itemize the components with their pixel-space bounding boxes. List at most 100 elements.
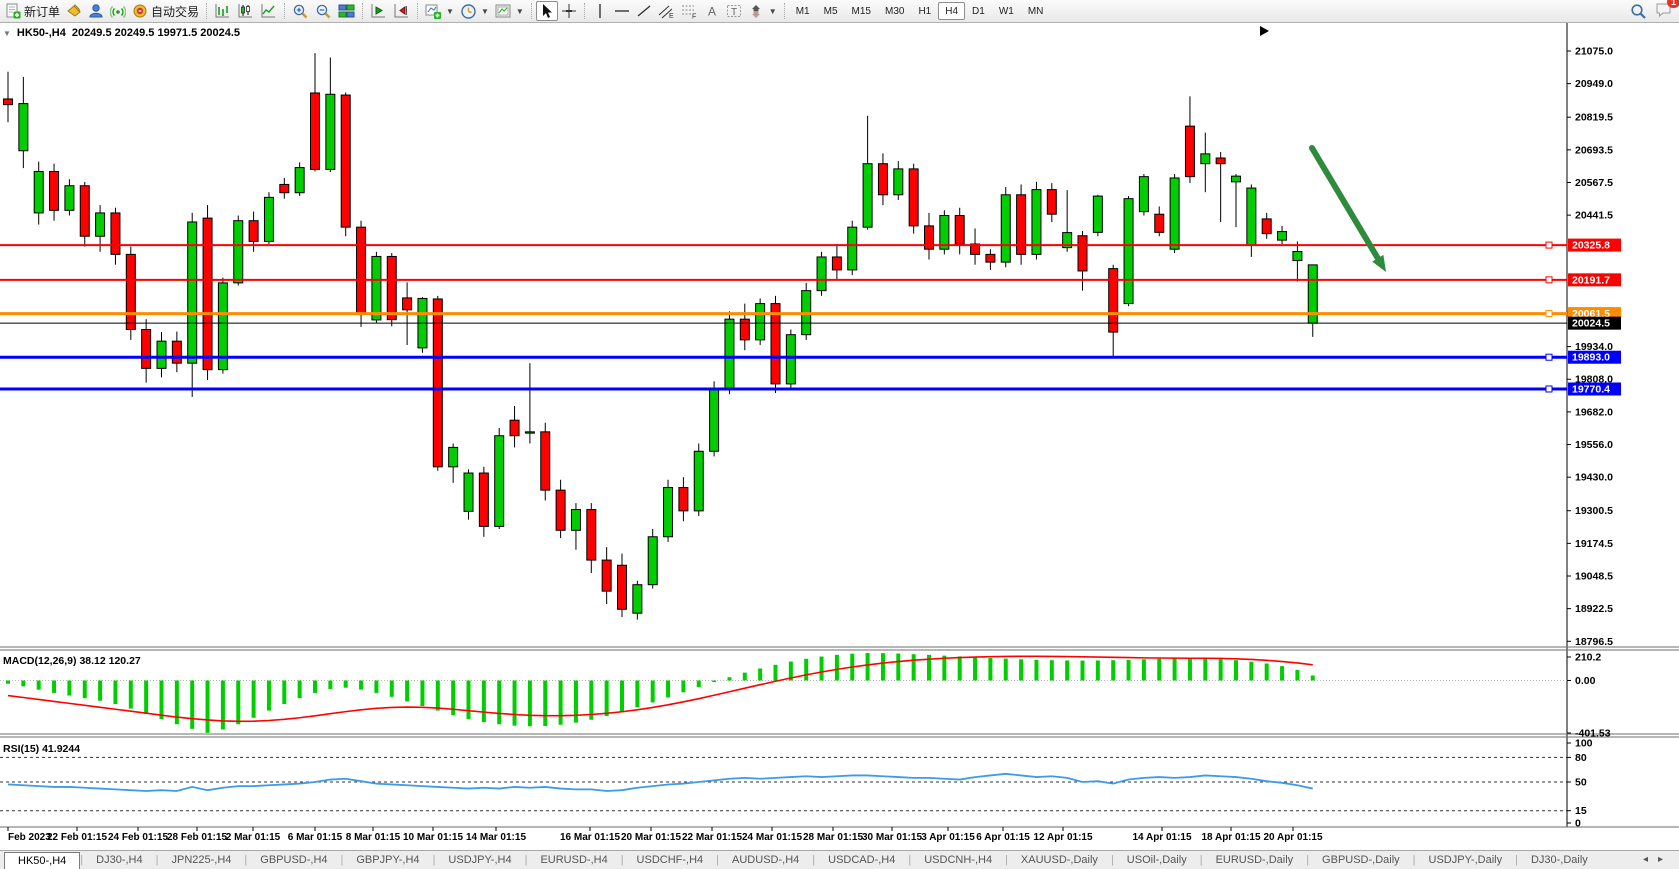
text-tool-button[interactable]: A	[701, 1, 723, 21]
timeframe-m5[interactable]: M5	[817, 2, 845, 20]
timeframe-m1[interactable]: M1	[789, 2, 817, 20]
candle-body	[264, 197, 273, 241]
candle-body	[556, 490, 565, 530]
tab-eurusddaily[interactable]: EURUSD-,Daily	[1203, 852, 1307, 869]
vertical-line-tool-button[interactable]	[589, 1, 611, 21]
chevron-down-icon: ▼	[446, 7, 454, 16]
gold-button[interactable]	[63, 1, 85, 21]
timeframe-w1[interactable]: W1	[992, 2, 1021, 20]
search-icon[interactable]	[1630, 3, 1647, 20]
arrows-tool-button[interactable]: ▼	[746, 1, 780, 21]
tab-jpn225h4[interactable]: JPN225-,H4	[158, 852, 244, 869]
text-label-tool-button[interactable]: T	[723, 1, 746, 21]
tab-audusdh4[interactable]: AUDUSD-,H4	[719, 852, 812, 869]
tab-usdjpydaily[interactable]: USDJPY-,Daily	[1416, 852, 1516, 869]
equidistant-channel-tool-button[interactable]: E	[655, 1, 678, 21]
candle-body	[725, 319, 734, 389]
price-label-text: 20325.8	[1572, 240, 1610, 252]
tile-windows-icon	[338, 3, 355, 19]
timeframe-d1[interactable]: D1	[965, 2, 992, 20]
zoom-out-button[interactable]	[312, 1, 335, 21]
tab-gbpusdh4[interactable]: GBPUSD-,H4	[247, 852, 340, 869]
candle-body	[433, 299, 442, 467]
templates-button[interactable]: ▼	[492, 1, 527, 21]
candlestick-mode-button[interactable]	[234, 1, 257, 21]
candle-body	[1093, 196, 1102, 232]
auto-trading-button[interactable]: 自动交易	[129, 1, 202, 21]
new-chart-button[interactable]: ▼	[422, 1, 457, 21]
tab-dj30daily[interactable]: DJ30-,Daily	[1518, 852, 1601, 869]
macd-label: MACD(12,26,9) 38.12 120.27	[3, 655, 141, 667]
timeframe-m15[interactable]: M15	[845, 2, 878, 20]
tab-usdjpyh4[interactable]: USDJPY-,H4	[435, 852, 524, 869]
auto-scroll-button[interactable]	[390, 1, 413, 21]
periods-button[interactable]: ▼	[457, 1, 492, 21]
tab-usdchfh4[interactable]: USDCHF-,H4	[624, 852, 717, 869]
tab-usdcnhh4[interactable]: USDCNH-,H4	[911, 852, 1005, 869]
timeframe-mn[interactable]: MN	[1021, 2, 1051, 20]
trendline-tool-button[interactable]	[633, 1, 655, 21]
macd-axis-label: 0.00	[1575, 675, 1596, 687]
timeframe-h4[interactable]: H4	[938, 2, 965, 20]
notifications-button[interactable]: 1	[1655, 1, 1673, 23]
signal-button[interactable]	[107, 1, 129, 21]
chart-shift-button[interactable]	[367, 1, 390, 21]
chevron-down-icon: ▼	[481, 7, 489, 16]
axis-tick-label: 21075.0	[1575, 46, 1613, 58]
timeframe-m30[interactable]: M30	[878, 2, 911, 20]
candle-body	[618, 565, 627, 609]
rsi-axis-label: 15	[1575, 805, 1587, 817]
bar-chart-mode-button[interactable]	[211, 1, 234, 21]
cursor-tool-button[interactable]	[536, 1, 558, 21]
new-order-button[interactable]: 新订单	[2, 1, 63, 21]
candle-body	[157, 341, 166, 368]
candle-body	[1232, 176, 1241, 182]
rsi-label: RSI(15) 41.9244	[3, 743, 80, 755]
svg-text:F: F	[692, 14, 696, 20]
time-label: 14 Mar 01:15	[466, 832, 526, 843]
zoom-in-button[interactable]	[289, 1, 312, 21]
tab-dj30h4[interactable]: DJ30-,H4	[83, 852, 155, 869]
tab-gbpusddaily[interactable]: GBPUSD-,Daily	[1309, 852, 1413, 869]
candle-body	[1262, 219, 1271, 234]
tab-xauusddaily[interactable]: XAUUSD-,Daily	[1008, 852, 1111, 869]
time-label: 30 Mar 01:15	[862, 832, 922, 843]
candle-body	[541, 432, 550, 490]
time-label: 8 Mar 01:15	[346, 832, 401, 843]
equidistant-channel-icon: E	[658, 3, 675, 19]
tile-windows-button[interactable]	[335, 1, 358, 21]
tab-scroll-arrows[interactable]: ◂▸	[1643, 854, 1673, 865]
chart-area[interactable]: ▼ HK50-,H4 20249.5 20249.5 19971.5 20024…	[0, 23, 1679, 850]
candle-body	[1139, 177, 1148, 212]
candle-body	[756, 304, 765, 340]
profile-button[interactable]	[85, 1, 107, 21]
horizontal-line-tool-button[interactable]	[611, 1, 633, 21]
candle-body	[111, 213, 120, 254]
fibonacci-tool-button[interactable]: F	[678, 1, 701, 21]
candle-body	[188, 222, 197, 363]
candle-body	[1047, 190, 1056, 215]
candle-body	[1293, 252, 1302, 261]
time-label: 18 Apr 01:15	[1201, 832, 1261, 843]
chart-canvas[interactable]: 20325.820191.720061.519893.019770.420024…	[0, 23, 1679, 850]
tab-hk50h4[interactable]: HK50-,H4	[4, 852, 80, 869]
line-chart-mode-button[interactable]	[257, 1, 280, 21]
timeframe-h1[interactable]: H1	[911, 2, 938, 20]
time-label: Feb 2023	[8, 832, 51, 843]
candle-body	[1216, 158, 1225, 164]
tab-usdcadh4[interactable]: USDCAD-,H4	[815, 852, 908, 869]
candle-body	[602, 560, 611, 591]
candle-body	[479, 473, 488, 526]
zoom-out-icon	[315, 3, 332, 20]
axis-tick-label: 19808.0	[1575, 374, 1613, 386]
tab-usoildaily[interactable]: USOil-,Daily	[1114, 852, 1200, 869]
tab-gbpjpyh4[interactable]: GBPJPY-,H4	[343, 852, 432, 869]
candle-body	[878, 164, 887, 195]
crosshair-tool-button[interactable]	[558, 1, 580, 21]
candle-body	[387, 256, 396, 319]
svg-text:A: A	[708, 5, 716, 19]
tab-eurusdh4[interactable]: EURUSD-,H4	[527, 852, 620, 869]
candle-body	[740, 319, 749, 340]
axis-tick-label: 18796.5	[1575, 636, 1613, 648]
person-icon	[88, 3, 104, 19]
